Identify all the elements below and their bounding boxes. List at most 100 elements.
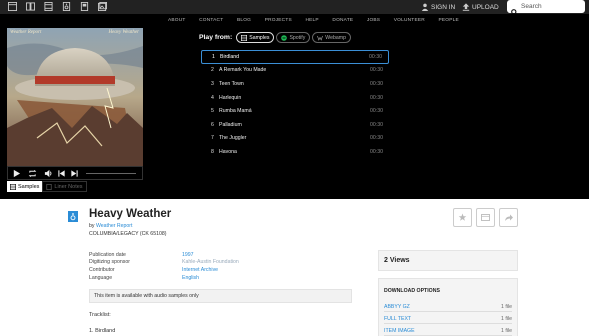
- volume-icon[interactable]: [44, 169, 53, 178]
- nav-blog[interactable]: BLOG: [237, 18, 251, 23]
- next-track-icon[interactable]: [70, 169, 79, 178]
- track-row[interactable]: 3 Teen Town 00:30: [201, 77, 389, 91]
- metadata-key: Publication date: [89, 251, 126, 258]
- top-navigation-bar: SIGN IN UPLOAD: [0, 0, 589, 16]
- upload-icon: [462, 3, 470, 11]
- track-title: A Remark You Made: [219, 67, 267, 74]
- download-file-count: 1 file: [501, 315, 512, 322]
- track-row[interactable]: 4 Harlequin 00:30: [201, 91, 389, 105]
- album-cover: Weather Report Heavy Weather: [7, 28, 143, 166]
- track-row[interactable]: 2 A Remark You Made 00:30: [201, 64, 389, 78]
- previous-track-icon[interactable]: [57, 169, 66, 178]
- star-icon: [458, 213, 467, 221]
- upload-link[interactable]: UPLOAD: [462, 1, 499, 13]
- metadata-key: Contributor: [89, 266, 115, 273]
- source-spotify-button[interactable]: Spotify: [276, 32, 311, 43]
- item-publisher: COLUMBIA/LEGACY (CK 65108): [89, 231, 167, 237]
- download-row: ITEM IMAGE 1 file: [384, 326, 512, 336]
- track-row[interactable]: 5 Rumba Mamá 00:30: [201, 104, 389, 118]
- software-icon[interactable]: [80, 2, 89, 11]
- creator-link[interactable]: Weather Report: [96, 223, 133, 229]
- video-icon[interactable]: [44, 2, 53, 11]
- sign-in-link[interactable]: SIGN IN: [421, 1, 455, 13]
- source-samples-button[interactable]: Samples: [236, 32, 275, 43]
- track-row[interactable]: 8 Havona 00:30: [201, 145, 389, 159]
- grid-icon: [10, 183, 16, 190]
- track-title: Rumba Mamá: [219, 108, 252, 115]
- track-number: 4: [211, 94, 214, 101]
- nav-help[interactable]: HELP: [305, 18, 318, 23]
- document-icon: [46, 183, 52, 190]
- download-format-link[interactable]: FULL TEXT: [384, 316, 411, 322]
- track-row[interactable]: 1 Birdland 00:30: [201, 50, 389, 64]
- nav-donate[interactable]: DONATE: [332, 18, 353, 23]
- tracklist-heading: Tracklist:: [89, 312, 111, 318]
- track-title: Birdland: [220, 53, 240, 60]
- track-number: 5: [211, 108, 214, 115]
- play-from-selector: Play from: Samples Spotify Webamp: [199, 32, 353, 43]
- track-row[interactable]: 6 Palladium 00:30: [201, 118, 389, 132]
- repeat-icon[interactable]: [28, 169, 37, 178]
- spotify-icon: [281, 34, 288, 41]
- source-webamp-button[interactable]: Webamp: [312, 32, 351, 43]
- images-icon[interactable]: [98, 2, 107, 11]
- embed-icon: [481, 214, 490, 221]
- tab-samples-label: Samples: [18, 183, 40, 190]
- nav-projects[interactable]: PROJECTS: [265, 18, 292, 23]
- track-row[interactable]: 7 The Juggler 00:30: [201, 132, 389, 146]
- metadata-value[interactable]: English: [182, 275, 199, 281]
- metadata-key: Language: [89, 274, 113, 281]
- texts-icon[interactable]: [26, 2, 35, 11]
- seek-bar[interactable]: [86, 173, 136, 174]
- track-number: 3: [211, 80, 214, 87]
- album-band-text: Weather Report: [10, 30, 42, 35]
- embed-button[interactable]: [476, 208, 495, 227]
- metadata-value[interactable]: 1997: [182, 252, 194, 258]
- download-file-count: 1 file: [501, 303, 512, 310]
- nav-volunteer[interactable]: VOLUNTEER: [394, 18, 425, 23]
- track-duration: 00:30: [370, 67, 383, 74]
- play-from-label: Play from:: [199, 34, 233, 41]
- track-title: Palladium: [219, 121, 242, 128]
- download-row: ABBYY GZ 1 file: [384, 302, 512, 312]
- tab-liner-notes[interactable]: Liner Notes: [42, 181, 87, 192]
- track-duration: 00:30: [370, 121, 383, 128]
- source-spotify-label: Spotify: [289, 34, 306, 41]
- favorite-button[interactable]: [453, 208, 472, 227]
- metadata-value[interactable]: Kahle-Austin Foundation: [182, 259, 239, 265]
- sign-in-label: SIGN IN: [431, 3, 456, 11]
- metadata-row: Digitizing sponsor Kahle-Austin Foundati…: [89, 259, 239, 267]
- nav-contact[interactable]: CONTACT: [199, 18, 223, 23]
- share-button[interactable]: [499, 208, 518, 227]
- nav-about[interactable]: ABOUT: [168, 18, 186, 23]
- download-format-link[interactable]: ABBYY GZ: [384, 304, 410, 310]
- search-box[interactable]: [507, 0, 585, 16]
- track-duration: 00:30: [370, 80, 383, 87]
- availability-notice: This item is available with audio sample…: [89, 289, 352, 303]
- upload-label: UPLOAD: [472, 3, 499, 11]
- track-duration: 00:30: [370, 94, 383, 101]
- nav-jobs[interactable]: JOBS: [367, 18, 380, 23]
- view-tabs: Samples Liner Notes: [7, 181, 87, 192]
- track-duration: 00:30: [370, 148, 383, 155]
- search-input[interactable]: [521, 3, 585, 10]
- track-title: Havona: [219, 148, 237, 155]
- user-icon: [421, 3, 429, 11]
- web-icon[interactable]: [8, 2, 17, 11]
- nav-people[interactable]: PEOPLE: [439, 18, 459, 23]
- tab-samples[interactable]: Samples: [7, 181, 43, 192]
- metadata-row: Contributor Internet Archive: [89, 266, 239, 274]
- metadata-table: Publication date 1997 Digitizing sponsor…: [89, 251, 239, 281]
- audio-mediatype-icon: [68, 211, 78, 222]
- play-icon[interactable]: [12, 169, 21, 178]
- download-format-link[interactable]: ITEM IMAGE: [384, 328, 415, 334]
- track-number: 6: [211, 121, 214, 128]
- track-number: 8: [211, 148, 214, 155]
- mediatype-icons: [8, 2, 107, 11]
- player-controls: [7, 166, 143, 180]
- creator-prefix: by: [89, 223, 95, 229]
- track-number: 2: [211, 67, 214, 74]
- audio-icon[interactable]: [62, 2, 71, 11]
- download-file-count: 1 file: [501, 327, 512, 334]
- metadata-value[interactable]: Internet Archive: [182, 267, 218, 273]
